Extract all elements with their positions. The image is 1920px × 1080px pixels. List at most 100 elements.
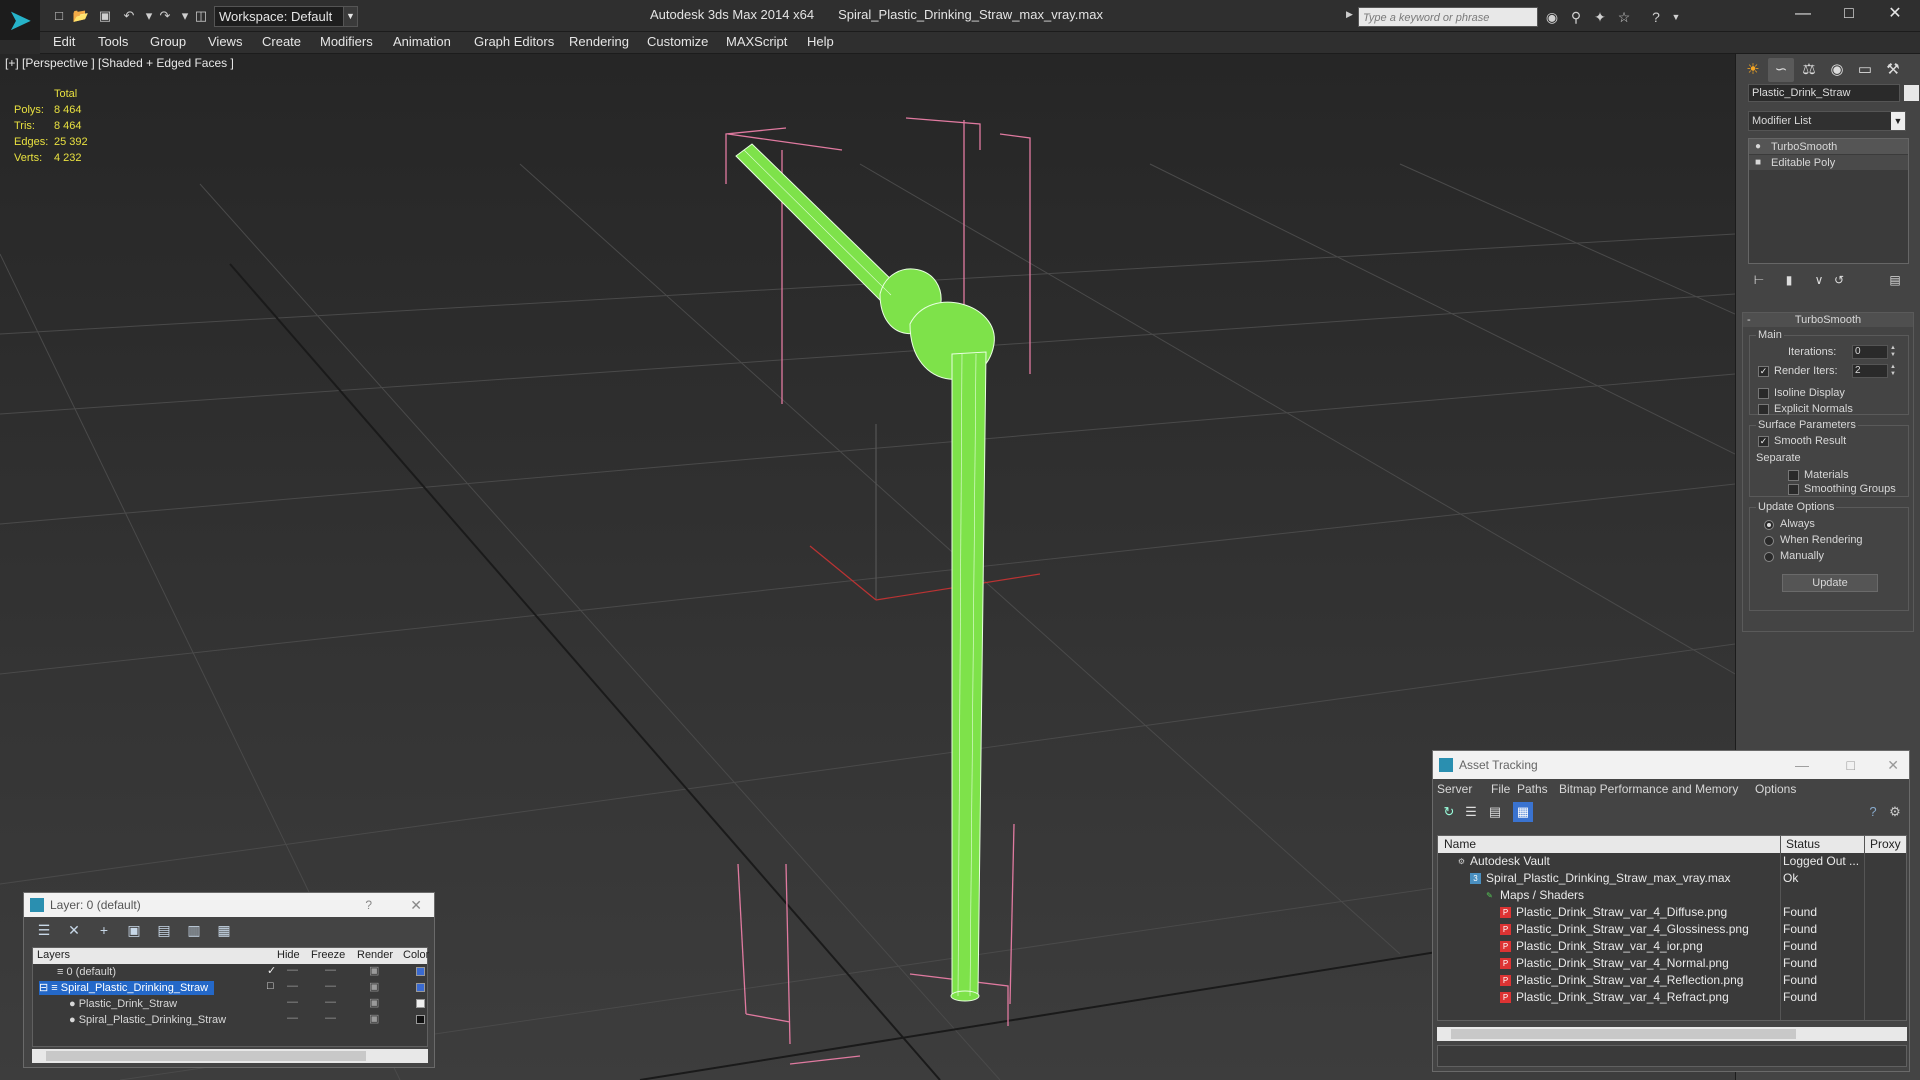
spinner-arrows-icon[interactable]: ▲ ▼ [1890,364,1898,378]
configure-sets-icon[interactable]: ▤ [1884,270,1906,290]
menu-group[interactable]: Group [150,34,186,49]
help-icon[interactable]: ? [1646,8,1666,26]
viewport-label[interactable]: [+] [Perspective ] [Shaded + Edged Faces… [5,56,234,70]
lightbulb-icon[interactable]: ● [1755,139,1761,155]
column-name[interactable]: Name [1444,837,1476,851]
open-file-icon[interactable]: 📂 [72,8,90,24]
select-objects-icon[interactable]: ▣ [124,920,144,940]
column-color[interactable]: Color [403,949,429,961]
menu-server[interactable]: Server [1437,782,1472,796]
remove-modifier-icon[interactable]: ↺ [1828,270,1850,290]
list-view-icon[interactable]: ☰ [1461,802,1481,822]
asset-row[interactable]: 3 Spiral_Plastic_Drinking_Straw_max_vray… [1438,870,1906,887]
column-layers[interactable]: Layers [37,949,70,961]
menu-customize[interactable]: Customize [647,34,708,49]
layer-color-swatch[interactable] [416,999,425,1008]
scrollbar-thumb[interactable] [1451,1029,1796,1039]
layer-horizontal-scrollbar[interactable] [32,1049,428,1063]
app-logo-button[interactable]: ➤ [0,0,40,40]
maximize-icon[interactable]: □ [1847,751,1855,779]
menu-options[interactable]: Options [1755,782,1796,796]
layer-checkbox-icon[interactable]: □ [267,980,274,992]
asset-row[interactable]: P Plastic_Drink_Straw_var_4_Refract.png … [1438,989,1906,1006]
layer-color-swatch[interactable] [416,983,425,992]
render-toggle-icon[interactable]: ▣ [369,980,379,993]
hide-toggle[interactable]: — [287,1012,298,1024]
menu-help[interactable]: Help [807,34,834,49]
spinner-arrows-icon[interactable]: ▲ ▼ [1890,345,1898,359]
manually-radio[interactable] [1764,552,1774,562]
asset-row[interactable]: ⚙ Autodesk Vault Logged Out ... [1438,853,1906,870]
menu-paths[interactable]: Paths [1517,782,1548,796]
render-toggle-icon[interactable]: ▣ [369,996,379,1009]
isoline-display-checkbox[interactable] [1758,388,1769,399]
smooth-result-checkbox[interactable]: ✓ [1758,436,1769,447]
update-button[interactable]: Update [1782,574,1878,592]
menu-modifiers[interactable]: Modifiers [320,34,373,49]
undo-icon[interactable]: ↶ [120,8,138,24]
expand-plus-icon[interactable]: ■ [1755,155,1761,171]
hierarchy-tab-icon[interactable]: ⚖ [1796,58,1822,82]
stack-item-editable-poly[interactable]: ■ Editable Poly [1749,155,1908,171]
close-icon[interactable]: ✕ [1887,751,1899,779]
always-radio[interactable] [1764,520,1774,530]
layer-row-selected[interactable]: ⊟ ≡ Spiral_Plastic_Drinking_Straw □ — — … [33,980,427,996]
add-to-layer-icon[interactable]: + [94,920,114,940]
menu-create[interactable]: Create [262,34,301,49]
new-file-icon[interactable]: □ [50,8,68,24]
freeze-toggle[interactable]: — [325,964,336,976]
hide-toggle[interactable]: — [287,964,298,976]
asset-row[interactable]: ✎ Maps / Shaders [1438,887,1906,904]
highlight-selected-icon[interactable]: ▤ [154,920,174,940]
tree-view-icon[interactable]: ▤ [1485,802,1505,822]
layer-color-swatch[interactable] [416,967,425,976]
scrollbar-thumb[interactable] [46,1051,366,1061]
close-icon[interactable]: ✕ [410,893,422,917]
motion-tab-icon[interactable]: ◉ [1824,58,1850,82]
menu-rendering[interactable]: Rendering [569,34,629,49]
subscription-icon[interactable]: ⚲ [1566,8,1586,26]
delete-layer-icon[interactable]: ✕ [64,920,84,940]
asset-row[interactable]: P Plastic_Drink_Straw_var_4_Glossiness.p… [1438,921,1906,938]
freeze-toggle[interactable]: — [325,980,336,992]
render-iters-checkbox[interactable]: ✓ [1758,366,1769,377]
favorites-icon[interactable]: ☆ [1614,8,1634,26]
column-render[interactable]: Render [357,949,393,961]
asset-horizontal-scrollbar[interactable] [1437,1027,1907,1041]
asset-window-titlebar[interactable]: Asset Tracking — □ ✕ [1433,751,1909,779]
refresh-icon[interactable]: ↻ [1439,802,1459,822]
object-name-field[interactable]: Plastic_Drink_Straw [1748,84,1900,102]
asset-row[interactable]: P Plastic_Drink_Straw_var_4_Normal.png F… [1438,955,1906,972]
minimize-button[interactable]: — [1780,0,1826,28]
layer-window-titlebar[interactable]: Layer: 0 (default) ? ✕ [24,893,434,917]
asset-row[interactable]: P Plastic_Drink_Straw_var_4_Reflection.p… [1438,972,1906,989]
when-rendering-radio[interactable] [1764,536,1774,546]
create-layer-icon[interactable]: ☰ [34,920,54,940]
menu-animation[interactable]: Animation [393,34,451,49]
search-expand-icon[interactable]: ▶ [1346,9,1353,20]
column-status[interactable]: Status [1786,837,1820,851]
settings-icon[interactable]: ⚙ [1885,802,1905,822]
menu-bitmap-performance[interactable]: Bitmap Performance and Memory [1559,782,1738,796]
save-icon[interactable]: ▣ [96,8,114,24]
maximize-button[interactable]: □ [1826,0,1872,28]
menu-tools[interactable]: Tools [98,34,128,49]
display-tab-icon[interactable]: ▭ [1852,58,1878,82]
materials-checkbox[interactable] [1788,470,1799,481]
help-icon[interactable]: ? [365,893,372,917]
menu-edit[interactable]: Edit [53,34,75,49]
minimize-icon[interactable]: — [1795,751,1809,779]
freeze-all-icon[interactable]: ▦ [214,920,234,940]
project-folder-icon[interactable]: ◫ [192,8,210,24]
render-toggle-icon[interactable]: ▣ [369,964,379,977]
help-icon[interactable]: ? [1863,802,1883,822]
create-tab-icon[interactable]: ☀ [1740,58,1766,82]
object-color-swatch[interactable] [1904,85,1919,101]
table-view-icon[interactable]: ▦ [1513,802,1533,822]
make-unique-icon[interactable]: ∨ [1808,270,1830,290]
freeze-toggle[interactable]: — [325,1012,336,1024]
utilities-tab-icon[interactable]: ⚒ [1880,58,1906,82]
modifier-list-dropdown[interactable]: Modifier List ▼ [1748,111,1906,131]
asset-row[interactable]: P Plastic_Drink_Straw_var_4_ior.png Foun… [1438,938,1906,955]
freeze-toggle[interactable]: — [325,996,336,1008]
